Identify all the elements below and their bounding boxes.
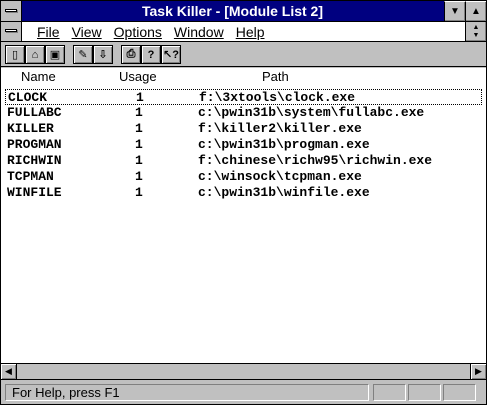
column-header-usage[interactable]: Usage — [119, 69, 157, 84]
table-row[interactable]: RICHWIN 1 f:\chinese\richw95\richwin.exe — [5, 153, 482, 169]
table-row[interactable]: KILLER 1 f:\killer2\killer.exe — [5, 121, 482, 137]
system-menu-icon — [5, 9, 17, 12]
cell-path: c:\pwin31b\progman.exe — [198, 137, 370, 152]
save-button[interactable]: ▣ — [45, 45, 65, 64]
cell-path: c:\winsock\tcpman.exe — [198, 169, 362, 184]
table-row[interactable]: WINFILE 1 c:\pwin31b\winfile.exe — [5, 185, 482, 201]
cell-usage: 1 — [135, 185, 143, 200]
cell-usage: 1 — [135, 105, 143, 120]
system-menu-button[interactable] — [1, 1, 22, 21]
cell-name: TCPMAN — [7, 169, 54, 184]
toolbar: ▯ ⌂ ▣ ✎ ⇩ ⎙ ? ↖? — [1, 43, 486, 67]
cell-usage: 1 — [135, 169, 143, 184]
menu-help[interactable]: Help — [230, 23, 271, 41]
cell-path: f:\chinese\richw95\richwin.exe — [198, 153, 433, 168]
open-icon: ⌂ — [31, 48, 39, 61]
menu-bar: File View Options Window Help ▲ ▼ — [1, 22, 486, 42]
maximize-button[interactable]: ▲ — [465, 1, 486, 21]
open-button[interactable]: ⌂ — [25, 45, 45, 64]
table-row[interactable]: CLOCK 1 f:\3xtools\clock.exe — [5, 89, 482, 105]
scroll-left-button[interactable]: ◀ — [1, 364, 17, 379]
column-header-path[interactable]: Path — [262, 69, 289, 84]
minimize-button[interactable]: ▼ — [444, 1, 465, 21]
restore-button[interactable]: ▲ ▼ — [465, 22, 486, 41]
restore-up-icon: ▲ — [472, 23, 480, 31]
cell-usage: 1 — [135, 153, 143, 168]
cell-name: KILLER — [7, 121, 54, 136]
cell-path: c:\pwin31b\winfile.exe — [198, 185, 370, 200]
table-row[interactable]: TCPMAN 1 c:\winsock\tcpman.exe — [5, 169, 482, 185]
scroll-track[interactable] — [18, 364, 469, 379]
status-panel-caps — [373, 384, 406, 401]
sort-button[interactable]: ⇩ — [93, 45, 113, 64]
table-row[interactable]: FULLABC 1 c:\pwin31b\system\fullabc.exe — [5, 105, 482, 121]
cell-usage: 1 — [136, 90, 144, 105]
cell-name: PROGMAN — [7, 137, 62, 152]
status-panel-num — [408, 384, 441, 401]
cell-name: WINFILE — [7, 185, 62, 200]
list-header: Name Usage Path — [1, 68, 486, 86]
table-row[interactable]: PROGMAN 1 c:\pwin31b\progman.exe — [5, 137, 482, 153]
arrow-left-icon: ◀ — [5, 366, 12, 376]
arrow-right-icon: ▶ — [475, 366, 482, 376]
cell-path: c:\pwin31b\system\fullabc.exe — [198, 105, 425, 120]
maximize-icon: ▲ — [471, 6, 481, 17]
new-button[interactable]: ▯ — [5, 45, 25, 64]
cell-path: f:\killer2\killer.exe — [198, 121, 362, 136]
new-icon: ▯ — [11, 49, 19, 61]
scroll-right-button[interactable]: ▶ — [470, 364, 486, 379]
cell-path: f:\3xtools\clock.exe — [199, 90, 356, 105]
menu-file[interactable]: File — [31, 23, 66, 41]
edit-button[interactable]: ✎ — [73, 45, 93, 64]
minimize-icon: ▼ — [450, 6, 460, 17]
menu-options[interactable]: Options — [108, 23, 168, 41]
window-title: Task Killer - [Module List 2] — [142, 3, 323, 19]
restore-down-icon: ▼ — [472, 31, 480, 39]
print-icon: ⎙ — [126, 48, 136, 60]
title-bar[interactable]: Task Killer - [Module List 2] ▼ ▲ — [1, 1, 486, 22]
help-icon: ? — [147, 48, 155, 61]
status-bar: For Help, press F1 — [1, 381, 486, 404]
cell-usage: 1 — [135, 121, 143, 136]
cell-name: CLOCK — [8, 90, 48, 105]
context-help-button[interactable]: ↖? — [161, 45, 181, 64]
child-system-menu-icon — [5, 29, 17, 32]
horizontal-scrollbar[interactable]: ◀ ▶ — [1, 363, 486, 380]
cell-usage: 1 — [135, 137, 143, 152]
context-help-icon: ↖? — [163, 49, 179, 61]
sort-icon: ⇩ — [98, 49, 108, 61]
module-list[interactable]: CLOCK 1 f:\3xtools\clock.exe FULLABC 1 c… — [1, 86, 486, 363]
status-panel-scrl — [443, 384, 476, 401]
save-icon: ▣ — [49, 49, 61, 61]
cell-name: RICHWIN — [7, 153, 62, 168]
menu-window[interactable]: Window — [168, 23, 230, 41]
child-system-menu-button[interactable] — [1, 22, 22, 41]
cell-name: FULLABC — [7, 105, 62, 120]
task-killer-window: Task Killer - [Module List 2] ▼ ▲ File V… — [0, 0, 487, 405]
status-text: For Help, press F1 — [5, 384, 369, 401]
menu-view[interactable]: View — [66, 23, 108, 41]
column-header-name[interactable]: Name — [21, 69, 56, 84]
print-button[interactable]: ⎙ — [121, 45, 141, 64]
edit-icon: ✎ — [78, 49, 88, 61]
help-button[interactable]: ? — [141, 45, 161, 64]
